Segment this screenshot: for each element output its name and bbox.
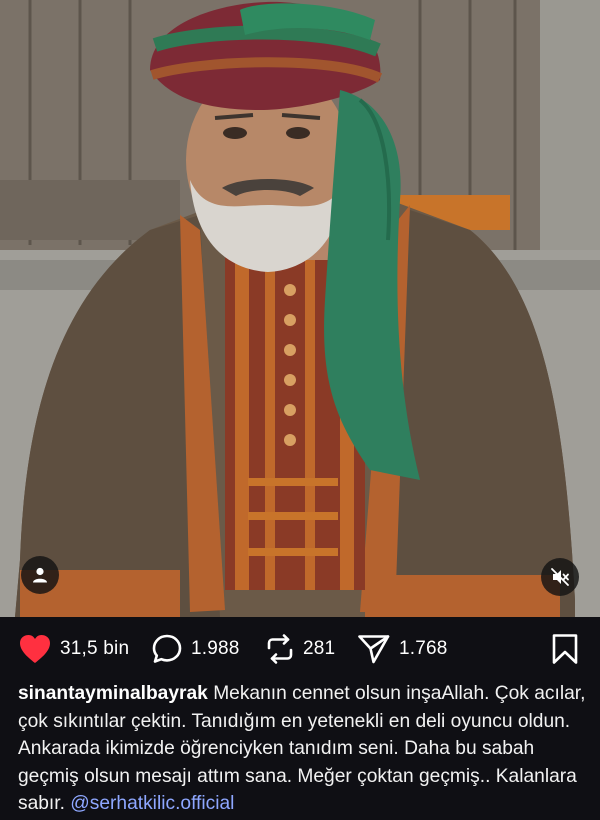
repost-icon [267, 634, 293, 664]
user-tag-button[interactable] [21, 556, 59, 594]
like-button[interactable]: 31,5 bin [18, 632, 129, 666]
caption-mention[interactable]: @serhatkilic.official [70, 793, 234, 814]
heart-icon [20, 635, 50, 663]
muted-speaker-icon [551, 568, 569, 586]
comment-button[interactable]: 1.988 [151, 632, 240, 666]
share-button[interactable]: 1.768 [357, 632, 448, 666]
bookmark-icon [552, 634, 578, 664]
post-photo-illustration [0, 0, 600, 617]
repost-count: 281 [303, 638, 336, 659]
like-count: 31,5 bin [60, 638, 130, 659]
post-actions-bar: 31,5 bin 1.988 281 1.768 [0, 617, 600, 683]
mute-button[interactable] [541, 558, 579, 596]
bookmark-button[interactable] [551, 633, 579, 665]
caption-username[interactable]: sinantayminalbayrak [18, 683, 208, 704]
comment-count: 1.988 [191, 638, 240, 659]
post-image[interactable] [0, 0, 600, 617]
post-caption: sinantayminalbayrak Mekanın cennet olsun… [18, 680, 588, 818]
comment-icon [152, 634, 182, 663]
repost-button[interactable]: 281 [265, 632, 335, 666]
share-icon [358, 635, 390, 664]
share-count: 1.768 [399, 638, 448, 659]
user-tag-icon [33, 567, 47, 583]
